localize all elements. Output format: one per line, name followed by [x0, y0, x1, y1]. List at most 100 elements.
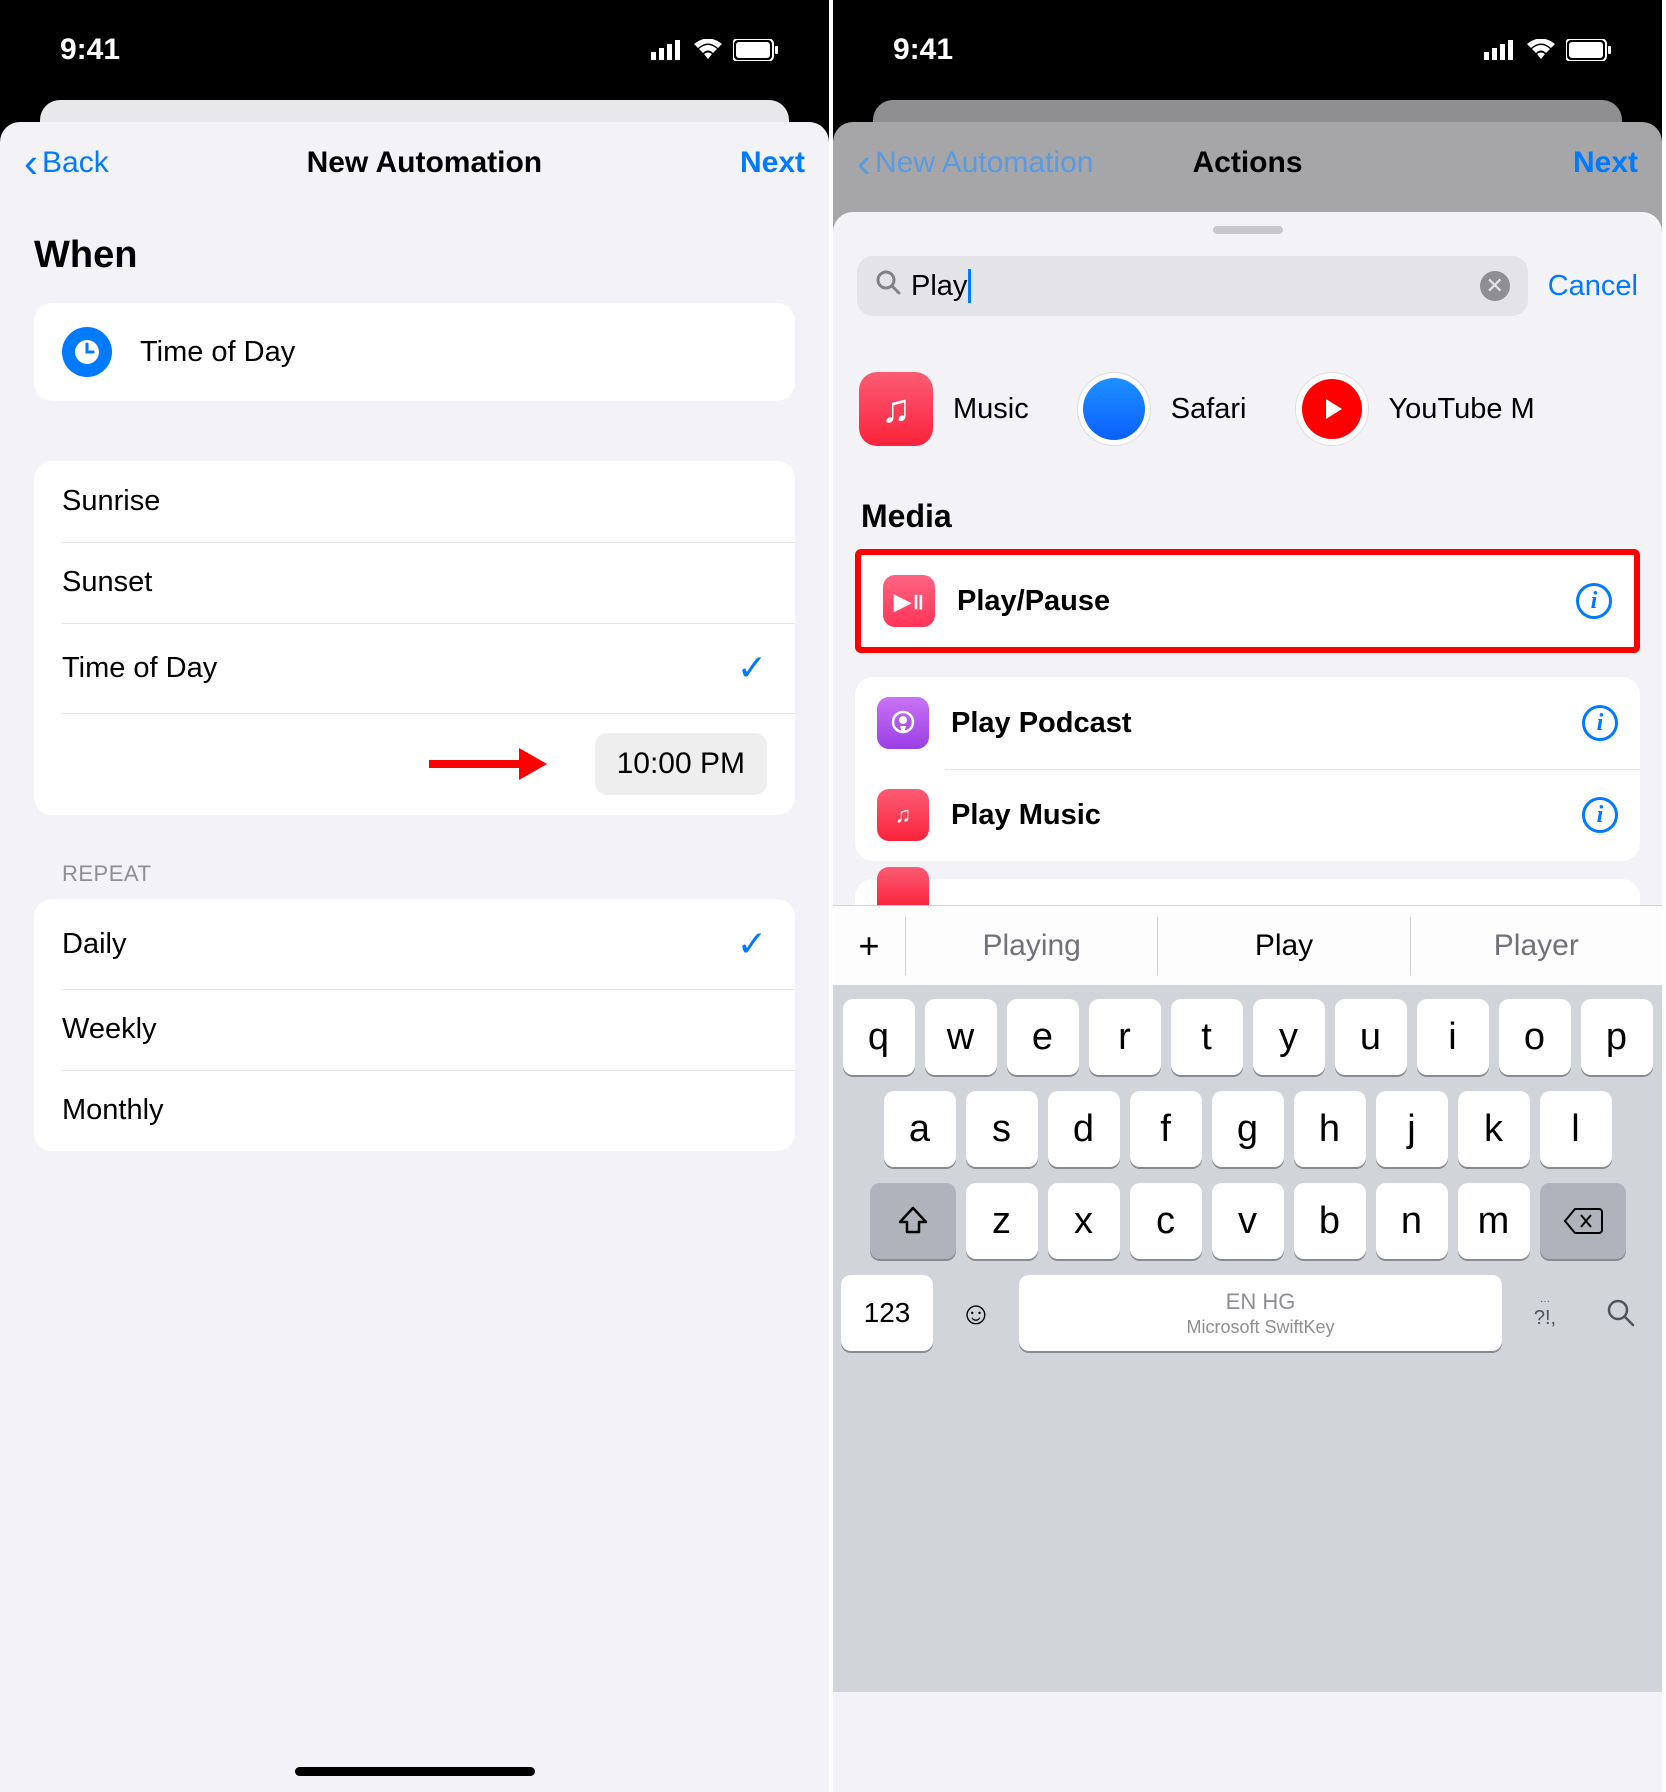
app-safari[interactable]: Safari	[1077, 372, 1247, 446]
key-123[interactable]: 123	[841, 1275, 933, 1351]
action-play-music[interactable]: ♫ Play Music i	[855, 769, 1640, 861]
music-app-icon: ♫	[859, 372, 933, 446]
text-cursor	[968, 269, 971, 303]
kb-row-4: 123 ☺ EN HG Microsoft SwiftKey ···?!,	[841, 1275, 1654, 1351]
key-w[interactable]: w	[925, 999, 997, 1075]
sheet-grabber[interactable]	[1213, 226, 1283, 234]
status-time: 9:41	[60, 33, 120, 67]
status-bar: 9:41	[0, 0, 829, 100]
repeat-section-label: REPEAT	[62, 861, 795, 887]
keyboard-suggestions: + Playing Play Player	[833, 905, 1662, 985]
back-button[interactable]: ‹ New Automation	[857, 142, 1093, 184]
checkmark-icon: ✓	[737, 647, 767, 689]
app-youtube-music[interactable]: YouTube M	[1295, 372, 1535, 446]
key-a[interactable]: a	[884, 1091, 956, 1167]
info-icon[interactable]: i	[1582, 797, 1618, 833]
annotation-arrow	[429, 748, 547, 780]
option-sunset[interactable]: Sunset	[34, 542, 795, 623]
suggestion-1[interactable]: Playing	[905, 917, 1157, 975]
search-input[interactable]: Play ✕	[857, 256, 1528, 316]
action-play-pause-card: ▶॥ Play/Pause i	[855, 549, 1640, 653]
key-u[interactable]: u	[1335, 999, 1407, 1075]
media-section-title: Media	[833, 464, 1662, 549]
key-shift[interactable]	[870, 1183, 956, 1259]
clear-icon[interactable]: ✕	[1480, 271, 1510, 301]
suggestion-2[interactable]: Play	[1157, 917, 1409, 975]
key-h[interactable]: h	[1294, 1091, 1366, 1167]
key-x[interactable]: x	[1048, 1183, 1120, 1259]
key-q[interactable]: q	[843, 999, 915, 1075]
key-p[interactable]: p	[1581, 999, 1653, 1075]
info-icon[interactable]: i	[1582, 705, 1618, 741]
key-l[interactable]: l	[1540, 1091, 1612, 1167]
key-t[interactable]: t	[1171, 999, 1243, 1075]
key-r[interactable]: r	[1089, 999, 1161, 1075]
play-pause-icon: ▶॥	[883, 575, 935, 627]
trigger-row[interactable]: Time of Day	[34, 303, 795, 401]
battery-icon	[1566, 39, 1612, 61]
key-o[interactable]: o	[1499, 999, 1571, 1075]
key-s[interactable]: s	[966, 1091, 1038, 1167]
key-j[interactable]: j	[1376, 1091, 1448, 1167]
nav-bar: ‹ Back New Automation Next	[0, 122, 829, 204]
action-play-pause[interactable]: ▶॥ Play/Pause i	[861, 555, 1634, 647]
key-emoji[interactable]: ☺	[943, 1275, 1009, 1351]
repeat-daily[interactable]: Daily ✓	[34, 899, 795, 989]
modal-screen: ‹ Back New Automation Next When Time of …	[0, 122, 829, 1792]
checkmark-icon: ✓	[737, 923, 767, 965]
status-bar: 9:41	[833, 0, 1662, 100]
app-strip[interactable]: ♫ Music Safari YouTube M	[833, 330, 1662, 464]
key-search[interactable]	[1588, 1275, 1654, 1351]
podcast-icon	[877, 697, 929, 749]
key-i[interactable]: i	[1417, 999, 1489, 1075]
right-screenshot: 9:41 ‹ New Automation Actions Next	[833, 0, 1666, 1792]
cancel-button[interactable]: Cancel	[1548, 270, 1638, 303]
action-list-card: Play Podcast i ♫ Play Music i	[855, 677, 1640, 861]
search-row: Play ✕ Cancel	[833, 242, 1662, 330]
key-k[interactable]: k	[1458, 1091, 1530, 1167]
clock-icon	[62, 327, 112, 377]
search-icon	[875, 269, 901, 303]
key-d[interactable]: d	[1048, 1091, 1120, 1167]
back-label: Back	[42, 146, 109, 180]
status-icons	[1484, 39, 1612, 61]
key-n[interactable]: n	[1376, 1183, 1448, 1259]
home-indicator[interactable]	[295, 1767, 535, 1776]
time-value-chip[interactable]: 10:00 PM	[595, 733, 767, 795]
info-icon[interactable]: i	[1576, 583, 1612, 619]
key-g[interactable]: g	[1212, 1091, 1284, 1167]
key-m[interactable]: m	[1458, 1183, 1530, 1259]
key-b[interactable]: b	[1294, 1183, 1366, 1259]
nav-title: Actions	[1192, 146, 1302, 180]
status-time: 9:41	[893, 33, 953, 67]
repeat-weekly[interactable]: Weekly	[34, 989, 795, 1070]
key-c[interactable]: c	[1130, 1183, 1202, 1259]
action-play-podcast[interactable]: Play Podcast i	[855, 677, 1640, 769]
option-sunrise[interactable]: Sunrise	[34, 461, 795, 542]
key-f[interactable]: f	[1130, 1091, 1202, 1167]
key-punctuation[interactable]: ···?!,	[1512, 1275, 1578, 1351]
left-screenshot: 9:41 ‹ Back New Automation Next When	[0, 0, 833, 1792]
key-backspace[interactable]	[1540, 1183, 1626, 1259]
app-music[interactable]: ♫ Music	[859, 372, 1029, 446]
repeat-monthly[interactable]: Monthly	[34, 1070, 795, 1151]
kb-row-2: a s d f g h j k l	[841, 1091, 1654, 1167]
music-icon	[877, 867, 929, 907]
wifi-icon	[1526, 39, 1556, 61]
back-label: New Automation	[875, 146, 1093, 180]
suggestion-3[interactable]: Player	[1410, 917, 1662, 975]
option-time-of-day[interactable]: Time of Day ✓	[34, 623, 795, 713]
nav-title: New Automation	[307, 146, 543, 180]
key-y[interactable]: y	[1253, 999, 1325, 1075]
key-z[interactable]: z	[966, 1183, 1038, 1259]
modal-screen: ‹ New Automation Actions Next Play ✕ Can…	[833, 122, 1662, 1792]
add-suggestion-button[interactable]: +	[833, 925, 905, 967]
back-button[interactable]: ‹ Back	[24, 142, 109, 184]
youtube-music-icon	[1295, 372, 1369, 446]
key-v[interactable]: v	[1212, 1183, 1284, 1259]
next-button[interactable]: Next	[740, 146, 805, 180]
next-button[interactable]: Next	[1573, 146, 1638, 180]
key-space[interactable]: EN HG Microsoft SwiftKey	[1019, 1275, 1502, 1351]
key-e[interactable]: e	[1007, 999, 1079, 1075]
wifi-icon	[693, 39, 723, 61]
